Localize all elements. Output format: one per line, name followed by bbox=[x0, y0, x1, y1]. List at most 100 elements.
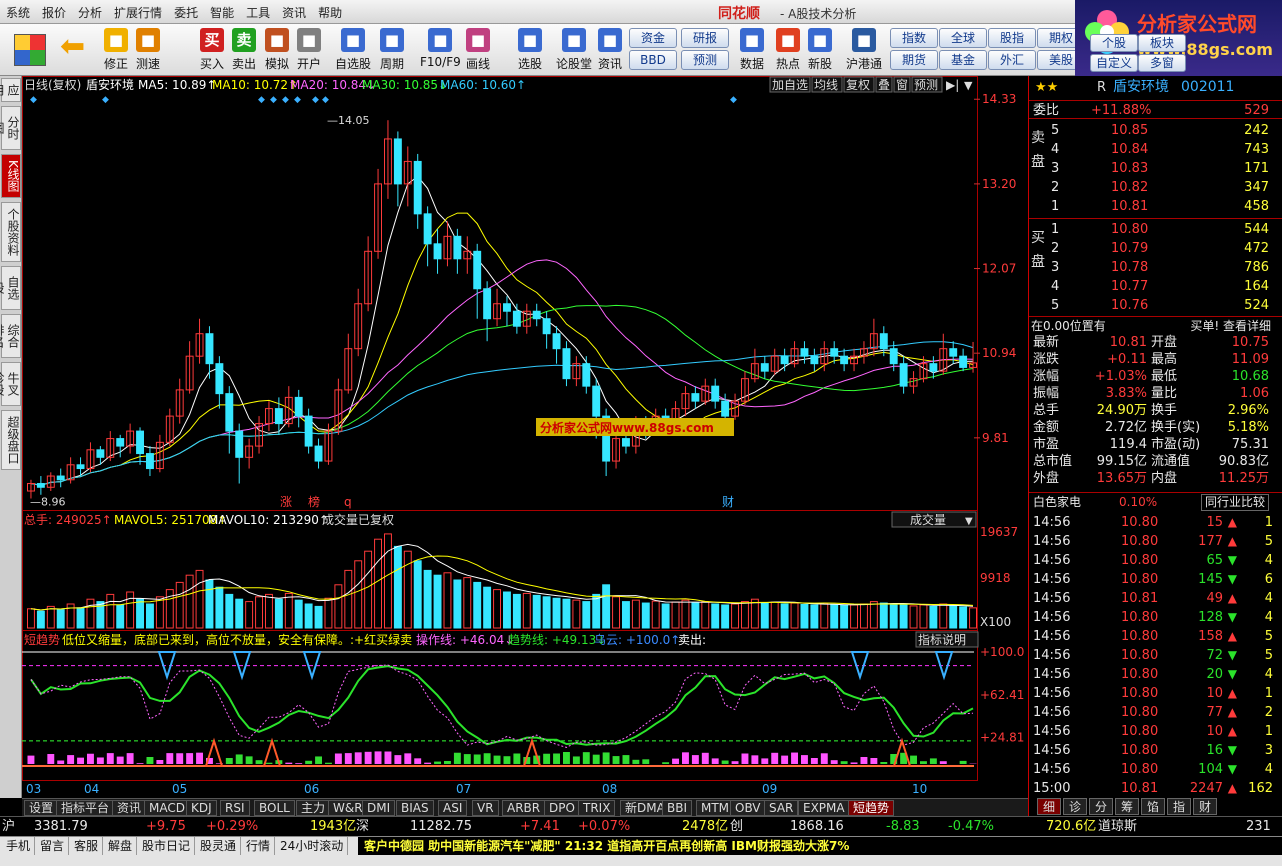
ask-row-4[interactable]: 4 10.84 743 bbox=[1049, 140, 1281, 159]
toolbar-btn-2[interactable]: 买买入 bbox=[200, 28, 224, 72]
bottom-tab-22[interactable]: 短趋势 bbox=[848, 800, 895, 816]
ask-row-3[interactable]: 3 10.83 171 bbox=[1049, 159, 1281, 178]
quick-btn-0[interactable]: 指数 bbox=[890, 28, 938, 48]
detail-tab-5[interactable]: 指 bbox=[1167, 798, 1191, 815]
detail-tab-0[interactable]: 细 bbox=[1037, 798, 1061, 815]
bottom-tab-10[interactable]: BIAS bbox=[396, 800, 434, 816]
tool-btn-BBD[interactable]: BBD bbox=[629, 50, 677, 70]
taskbar-item-2[interactable]: 客服 bbox=[70, 837, 104, 855]
chart-btn-3[interactable]: 叠 bbox=[875, 76, 893, 93]
bottom-tab-3[interactable]: MACD bbox=[144, 800, 190, 816]
tool-btn-研报[interactable]: 研报 bbox=[681, 28, 729, 48]
bid-row-3[interactable]: 3 10.78 786 bbox=[1049, 258, 1281, 277]
quick-btn-4[interactable]: 个股 bbox=[1090, 34, 1138, 52]
left-tab-2[interactable]: K线图 bbox=[1, 154, 21, 198]
toolbar-btn-1[interactable]: ■ 测速 bbox=[136, 28, 160, 72]
bottom-tab-15[interactable]: TRIX bbox=[578, 800, 616, 816]
event-marker-3[interactable]: 财 bbox=[722, 495, 734, 509]
taskbar-item-6[interactable]: 行情 bbox=[242, 837, 276, 855]
chart-btn-5[interactable]: 预测 bbox=[911, 76, 943, 93]
quick-btn-5[interactable]: 板块 bbox=[1138, 34, 1186, 52]
toolbar-btn-11[interactable]: ■ 论股堂 bbox=[556, 28, 592, 72]
toolbar-btn-6[interactable]: ■ 自选股 bbox=[335, 28, 371, 72]
bottom-tab-21[interactable]: EXPMA bbox=[798, 800, 850, 816]
detail-tab-3[interactable]: 筹 bbox=[1115, 798, 1139, 815]
toolbar-btn-3[interactable]: 卖卖出 bbox=[232, 28, 256, 72]
bottom-tab-6[interactable]: BOLL bbox=[254, 800, 295, 816]
bottom-tab-12[interactable]: VR bbox=[472, 800, 499, 816]
bottom-tab-7[interactable]: 主力 bbox=[296, 800, 331, 816]
ask-row-1[interactable]: 1 10.81 458 bbox=[1049, 197, 1281, 216]
indicator-help-button[interactable]: 指标说明 bbox=[915, 631, 979, 648]
menu-3[interactable]: 扩展行情 bbox=[108, 0, 168, 21]
order-note-row[interactable]: 在0.00位置有 买单! 查看详细 bbox=[1029, 316, 1282, 335]
industry-compare-button[interactable]: 同行业比较 bbox=[1201, 494, 1270, 511]
bottom-tab-11[interactable]: ASI bbox=[438, 800, 468, 816]
quick-btn-6[interactable]: 期货 bbox=[890, 50, 938, 70]
quick-btn-8[interactable]: 外汇 bbox=[988, 50, 1036, 70]
toolbar-btn-14[interactable]: ■ 热点 bbox=[776, 28, 800, 72]
ask-row-2[interactable]: 2 10.82 347 bbox=[1049, 178, 1281, 197]
left-tab-0[interactable]: 应用 bbox=[0, 78, 21, 102]
taskbar-item-4[interactable]: 股市日记 bbox=[138, 837, 196, 855]
left-tab-1[interactable]: 分时图 bbox=[0, 106, 21, 150]
bottom-tab-20[interactable]: SAR bbox=[764, 800, 799, 816]
detail-tab-4[interactable]: 馅 bbox=[1141, 798, 1165, 815]
bottom-tab-9[interactable]: DMI bbox=[362, 800, 396, 816]
bottom-tab-13[interactable]: ARBR bbox=[502, 800, 546, 816]
quick-btn-11[interactable]: 多窗 bbox=[1138, 54, 1186, 72]
bottom-tab-1[interactable]: 指标平台 bbox=[56, 800, 115, 816]
bottom-tab-14[interactable]: DPO bbox=[544, 800, 580, 816]
detail-tab-6[interactable]: 财 bbox=[1193, 798, 1217, 815]
toolbar-btn-4[interactable]: ■ 模拟 bbox=[265, 28, 289, 72]
toolbar-btn-5[interactable]: ■ 开户 bbox=[297, 28, 321, 72]
toolbar-btn-7[interactable]: ■ 周期 bbox=[380, 28, 404, 72]
left-tab-7[interactable]: 超级盘口 bbox=[1, 410, 21, 470]
toolbar-btn-10[interactable]: ■ 选股 bbox=[518, 28, 542, 72]
volume-select[interactable]: 成交量 ▼ bbox=[891, 511, 977, 528]
news-ticker[interactable]: 客户中德园 助中国新能源汽车"减肥" 21:32 道指高开百点再创新高 IBM财… bbox=[358, 837, 1282, 855]
bid-row-1[interactable]: 1 10.80 544 bbox=[1049, 220, 1281, 239]
menu-1[interactable]: 报价 bbox=[36, 0, 72, 21]
taskbar-item-0[interactable]: 手机 bbox=[2, 837, 36, 855]
menu-8[interactable]: 帮助 bbox=[312, 0, 348, 21]
chart-btn-4[interactable]: 窗 bbox=[893, 76, 911, 93]
chart-arrow-icon[interactable]: ▶| bbox=[946, 78, 959, 92]
bottom-tab-4[interactable]: KDJ bbox=[186, 800, 217, 816]
menu-4[interactable]: 委托 bbox=[168, 0, 204, 21]
toolbar-btn-8[interactable]: ■ F10/F9 bbox=[420, 28, 461, 69]
left-tab-6[interactable]: 牛叉诊股 bbox=[0, 362, 21, 406]
bid-row-2[interactable]: 2 10.79 472 bbox=[1049, 239, 1281, 258]
star-icon[interactable]: ★★ bbox=[1035, 78, 1058, 97]
menu-0[interactable]: 系统 bbox=[0, 0, 36, 21]
left-tab-4[interactable]: 自选股 bbox=[0, 266, 21, 310]
bottom-tab-19[interactable]: OBV bbox=[730, 800, 766, 816]
bottom-tab-17[interactable]: BBI bbox=[662, 800, 693, 816]
event-marker-2[interactable]: q bbox=[344, 495, 352, 509]
taskbar-item-1[interactable]: 留言 bbox=[36, 837, 70, 855]
quick-btn-2[interactable]: 股指 bbox=[988, 28, 1036, 48]
quick-btn-7[interactable]: 基金 bbox=[939, 50, 987, 70]
left-tab-3[interactable]: 个股资料 bbox=[1, 202, 21, 262]
tool-btn-预测[interactable]: 预测 bbox=[681, 50, 729, 70]
chart-dropdown-icon[interactable]: ▼ bbox=[964, 79, 973, 92]
bottom-tab-5[interactable]: RSI bbox=[220, 800, 250, 816]
bottom-tab-0[interactable]: 设置 bbox=[24, 800, 59, 816]
menu-5[interactable]: 智能 bbox=[204, 0, 240, 21]
taskbar-item-3[interactable]: 解盘 bbox=[104, 837, 138, 855]
left-tab-5[interactable]: 综合排名 bbox=[0, 314, 21, 358]
menu-2[interactable]: 分析 bbox=[72, 0, 108, 21]
detail-tab-2[interactable]: 分 bbox=[1089, 798, 1113, 815]
quick-btn-1[interactable]: 全球 bbox=[939, 28, 987, 48]
toolbar-btn-16[interactable]: ■ 沪港通 bbox=[846, 28, 882, 72]
bid-row-5[interactable]: 5 10.76 524 bbox=[1049, 296, 1281, 315]
toolbar-btn-15[interactable]: ■ 新股 bbox=[808, 28, 832, 72]
event-marker-0[interactable]: 涨 bbox=[280, 494, 292, 509]
ask-row-5[interactable]: 5 10.85 242 bbox=[1049, 121, 1281, 140]
detail-tab-1[interactable]: 诊 bbox=[1063, 798, 1087, 815]
taskbar-item-7[interactable]: 24小时滚动 bbox=[276, 837, 349, 855]
tool-btn-资金[interactable]: 资金 bbox=[629, 28, 677, 48]
back-arrow-icon[interactable]: ⬅ bbox=[60, 32, 90, 62]
toolbar-btn-0[interactable]: ■ 修正 bbox=[104, 28, 128, 72]
menu-7[interactable]: 资讯 bbox=[276, 0, 312, 21]
